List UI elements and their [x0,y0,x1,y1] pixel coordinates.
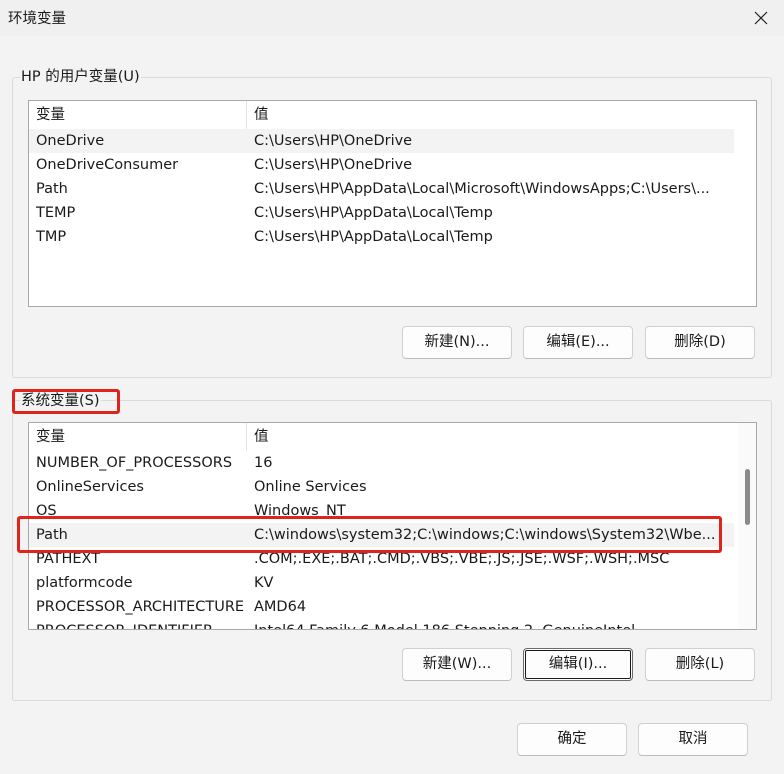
title-bar: 环境变量 [0,0,784,36]
column-header-value[interactable]: 值 [247,101,737,129]
var-value: C:\Users\HP\AppData\Local\Temp [254,205,493,221]
user-new-button[interactable]: 新建(N)... [402,326,512,359]
var-name: PROCESSOR_ARCHITECTURE [36,599,245,615]
system-vars-header: 变量 值 [29,423,756,451]
system-vars-list[interactable]: 变量 值 NUMBER_OF_PROCESSORS 16 OnlineServi… [28,422,757,630]
var-value: .COM;.EXE;.BAT;.CMD;.VBS;.VBE;.JS;.JSE;.… [254,551,670,567]
table-row[interactable]: OS Windows_NT [29,499,734,523]
var-value: C:\Users\HP\AppData\Local\Microsoft\Wind… [254,181,710,197]
var-value: C:\Users\HP\OneDrive [254,157,413,173]
user-vars-list[interactable]: 变量 值 OneDrive C:\Users\HP\OneDrive OneDr… [28,100,757,307]
var-name: OnlineServices [36,479,144,495]
column-header-variable[interactable]: 变量 [29,101,246,129]
var-value: 16 [254,455,273,471]
var-name: OneDrive [36,133,105,149]
cancel-button[interactable]: 取消 [638,723,748,756]
user-delete-button[interactable]: 删除(D) [645,326,755,359]
table-row[interactable]: TEMP C:\Users\HP\AppData\Local\Temp [29,201,734,225]
var-value: C:\windows\system32;C:\windows;C:\window… [254,527,716,543]
var-value: KV [254,575,274,591]
table-row[interactable]: OneDrive C:\Users\HP\OneDrive [29,129,734,153]
table-row[interactable]: Path C:\Users\HP\AppData\Local\Microsoft… [29,177,734,201]
table-row[interactable]: PROCESSOR_ARCHITECTURE AMD64 [29,595,734,619]
column-header-value[interactable]: 值 [247,423,737,451]
var-name: OS [36,503,57,519]
table-row[interactable]: TMP C:\Users\HP\AppData\Local\Temp [29,225,734,249]
user-vars-header: 变量 值 [29,101,756,129]
system-edit-button[interactable]: 编辑(I)... [523,648,633,681]
var-value: C:\Users\HP\OneDrive [254,133,413,149]
user-edit-button[interactable]: 编辑(E)... [523,326,633,359]
table-row[interactable]: OneDriveConsumer C:\Users\HP\OneDrive [29,153,734,177]
var-value: Online Services [254,479,367,495]
var-name: TMP [36,229,67,245]
var-name: platformcode [36,575,133,591]
var-value: AMD64 [254,599,307,615]
table-row[interactable]: NUMBER_OF_PROCESSORS 16 [29,451,734,475]
user-vars-legend: HP 的用户变量(U) [20,68,141,86]
window-title: 环境变量 [8,11,66,27]
var-name: NUMBER_OF_PROCESSORS [36,455,233,471]
var-value: Intel64 Family 6 Model 186 Stepping 2, G… [247,619,734,629]
var-name: PATHEXT [36,551,101,567]
table-row[interactable]: OnlineServices Online Services [29,475,734,499]
var-name: OneDriveConsumer [36,157,179,173]
system-delete-button[interactable]: 删除(L) [645,648,755,681]
system-new-button[interactable]: 新建(W)... [402,648,512,681]
column-header-variable[interactable]: 变量 [29,423,246,451]
scrollbar-thumb[interactable] [745,469,750,525]
system-vars-legend: 系统变量(S) [20,392,101,410]
var-name: TEMP [36,205,76,221]
var-value: Windows_NT [254,503,346,519]
close-button[interactable] [738,0,784,36]
ok-button[interactable]: 确定 [517,723,627,756]
table-row[interactable]: PATHEXT .COM;.EXE;.BAT;.CMD;.VBS;.VBE;.J… [29,547,734,571]
system-vars-scrollbar[interactable] [739,423,756,629]
var-name: Path [36,527,68,543]
table-row[interactable]: platformcode KV [29,571,734,595]
close-icon [754,11,768,25]
table-row-selected[interactable]: Path C:\windows\system32;C:\windows;C:\w… [29,523,734,547]
var-name: Path [36,181,68,197]
table-row[interactable]: PROCESSOR_IDENTIFIER Intel64 Family 6 Mo… [29,619,734,629]
var-value: C:\Users\HP\AppData\Local\Temp [254,229,493,245]
var-name: PROCESSOR_IDENTIFIER [29,619,246,629]
